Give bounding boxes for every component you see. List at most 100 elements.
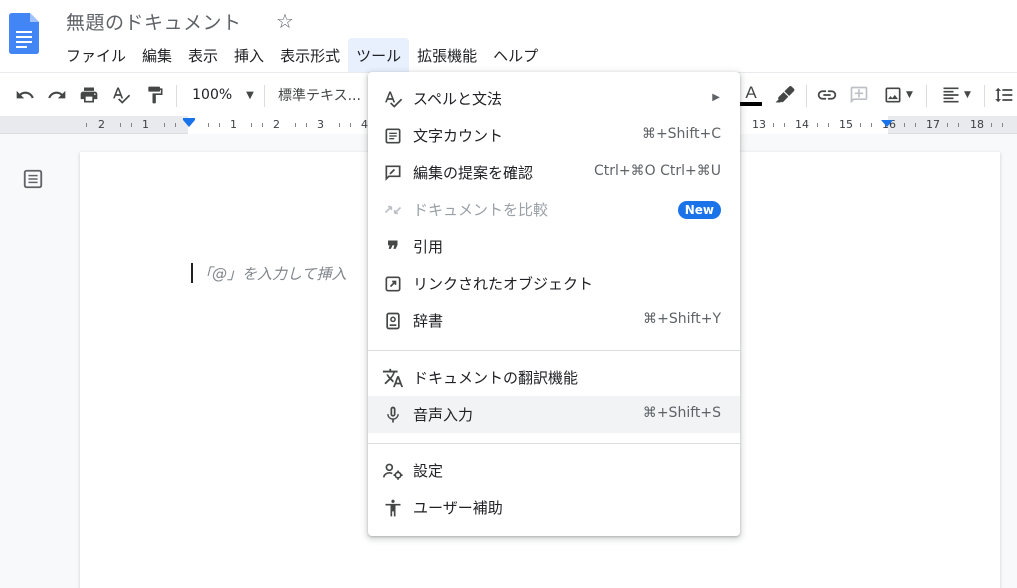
menu-item-citations[interactable]: ❞ 引用 bbox=[368, 228, 740, 265]
ruler-tick bbox=[1002, 123, 1003, 127]
ruler-label: 14 bbox=[795, 118, 809, 131]
menu-divider bbox=[368, 350, 740, 351]
print-icon[interactable] bbox=[76, 81, 102, 109]
menu-tools[interactable]: ツール bbox=[348, 38, 410, 72]
menu-item-review-edits[interactable]: 編集の提案を確認 Ctrl+⌘O Ctrl+⌘U bbox=[368, 154, 740, 191]
ruler-tick bbox=[164, 123, 165, 127]
left-indent-handle[interactable] bbox=[183, 120, 195, 127]
docs-header: 無題のドキュメント ☆ ファイル 編集 表示 挿入 表示形式 ツール 拡張機能 … bbox=[0, 0, 1017, 72]
menu-item-word-count[interactable]: 文字カウント ⌘+Shift+C bbox=[368, 117, 740, 154]
menu-insert[interactable]: 挿入 bbox=[226, 38, 272, 72]
menu-item-label: 辞書 bbox=[413, 312, 444, 330]
menu-item-spelling-grammar[interactable]: スペルと文法 ▶ bbox=[368, 80, 740, 117]
compare-documents-icon bbox=[382, 199, 404, 221]
ruler-label: 2 bbox=[273, 118, 280, 131]
menu-extensions[interactable]: 拡張機能 bbox=[409, 38, 485, 72]
toolbar-divider bbox=[176, 85, 177, 107]
menu-item-linked-objects[interactable]: リンクされたオブジェクト bbox=[368, 265, 740, 302]
ruler-tick bbox=[219, 123, 220, 127]
menu-item-translate-document[interactable]: ドキュメントの翻訳機能 bbox=[368, 359, 740, 396]
menu-item-shortcut: Ctrl+⌘O Ctrl+⌘U bbox=[594, 163, 721, 179]
ruler-label: 1 bbox=[142, 118, 149, 131]
menu-item-compare-documents[interactable]: ドキュメントを比較 New bbox=[368, 191, 740, 228]
menu-item-voice-typing[interactable]: 音声入力 ⌘+Shift+S bbox=[368, 396, 740, 433]
menu-item-label: リンクされたオブジェクト bbox=[413, 275, 594, 293]
ruler-tick bbox=[958, 123, 959, 127]
zoom-value: 100% bbox=[192, 87, 233, 103]
ruler-tick bbox=[871, 123, 872, 127]
menu-item-label: ドキュメントを比較 bbox=[413, 201, 549, 219]
document-title[interactable]: 無題のドキュメント bbox=[66, 8, 242, 35]
redo-icon[interactable] bbox=[44, 81, 70, 109]
document-placeholder: 「@」を入力して挿入 bbox=[197, 265, 347, 283]
insert-image-icon[interactable]: ▼ bbox=[878, 81, 918, 109]
new-badge: New bbox=[677, 201, 721, 219]
paragraph-style-select[interactable]: 標準テキス... bbox=[278, 81, 368, 109]
ruler-label: 13 bbox=[752, 118, 766, 131]
microphone-icon bbox=[382, 404, 404, 426]
highlight-icon[interactable] bbox=[772, 81, 798, 109]
ruler-tick bbox=[350, 123, 351, 127]
link-icon[interactable] bbox=[814, 81, 840, 109]
menu-item-dictionary[interactable]: 辞書 ⌘+Shift+Y bbox=[368, 302, 740, 339]
ruler-tick bbox=[120, 123, 121, 127]
ruler-label: 2 bbox=[98, 118, 105, 131]
ruler-tick bbox=[251, 123, 252, 127]
menu-item-label: スペルと文法 bbox=[413, 90, 502, 108]
zoom-select[interactable]: 100% ▼ bbox=[190, 81, 256, 109]
toolbar-divider bbox=[926, 85, 927, 107]
submenu-arrow-icon: ▶ bbox=[712, 92, 720, 103]
ruler-tick bbox=[904, 123, 905, 127]
ruler-tick bbox=[306, 123, 307, 127]
linked-objects-icon bbox=[382, 273, 404, 295]
line-spacing-icon[interactable] bbox=[992, 81, 1016, 109]
menu-item-shortcut: ⌘+Shift+C bbox=[641, 126, 721, 142]
menu-item-label: 音声入力 bbox=[413, 406, 474, 424]
menu-item-accessibility[interactable]: ユーザー補助 bbox=[368, 489, 740, 526]
paint-format-icon[interactable] bbox=[142, 81, 168, 109]
menu-divider bbox=[368, 443, 740, 444]
toolbar-divider bbox=[984, 85, 985, 107]
menu-item-shortcut: ⌘+Shift+S bbox=[642, 405, 721, 421]
spelling-grammar-icon bbox=[382, 88, 404, 110]
ruler-tick bbox=[784, 123, 785, 127]
google-docs-icon[interactable] bbox=[9, 13, 39, 54]
ruler-tick bbox=[86, 123, 87, 127]
menu-format[interactable]: 表示形式 bbox=[272, 38, 348, 72]
ruler-label: 18 bbox=[970, 118, 984, 131]
menu-item-label: ドキュメントの翻訳機能 bbox=[413, 369, 579, 387]
menu-item-label: ユーザー補助 bbox=[413, 499, 503, 517]
menu-help[interactable]: ヘルプ bbox=[485, 38, 546, 72]
undo-icon[interactable] bbox=[12, 81, 38, 109]
ruler-tick bbox=[860, 123, 861, 127]
align-icon[interactable]: ▼ bbox=[936, 81, 976, 109]
menu-item-label: 編集の提案を確認 bbox=[413, 164, 534, 182]
menu-item-preferences[interactable]: 設定 bbox=[368, 452, 740, 489]
menu-edit[interactable]: 編集 bbox=[134, 38, 180, 72]
menu-file[interactable]: ファイル bbox=[58, 38, 134, 72]
right-indent-handle[interactable] bbox=[881, 120, 893, 127]
dictionary-icon bbox=[382, 310, 404, 332]
star-outline-icon[interactable]: ☆ bbox=[276, 9, 294, 33]
toolbar-divider bbox=[806, 85, 807, 107]
document-outline-icon[interactable] bbox=[22, 168, 44, 194]
ruler-label: 3 bbox=[317, 118, 324, 131]
spellcheck-icon[interactable] bbox=[108, 81, 134, 109]
menu-view[interactable]: 表示 bbox=[180, 38, 226, 72]
ruler-label: 1 bbox=[230, 118, 237, 131]
paragraph-style-value: 標準テキス... bbox=[278, 88, 361, 104]
ruler-label: 15 bbox=[839, 118, 853, 131]
text-color-icon[interactable]: A bbox=[738, 81, 764, 109]
review-edits-icon bbox=[382, 162, 404, 184]
ruler-tick bbox=[915, 123, 916, 127]
word-count-icon bbox=[382, 125, 404, 147]
menu-item-label: 文字カウント bbox=[413, 127, 504, 145]
ruler-tick bbox=[131, 123, 132, 127]
tools-menu: スペルと文法 ▶ 文字カウント ⌘+Shift+C 編集の提案を確認 Ctrl+… bbox=[368, 72, 740, 536]
menubar: ファイル 編集 表示 挿入 表示形式 ツール 拡張機能 ヘルプ bbox=[58, 38, 546, 72]
ruler-tick bbox=[295, 123, 296, 127]
ruler-tick bbox=[828, 123, 829, 127]
ruler-tick bbox=[262, 123, 263, 127]
chevron-down-icon: ▼ bbox=[964, 90, 971, 100]
add-comment-icon[interactable] bbox=[846, 81, 872, 109]
